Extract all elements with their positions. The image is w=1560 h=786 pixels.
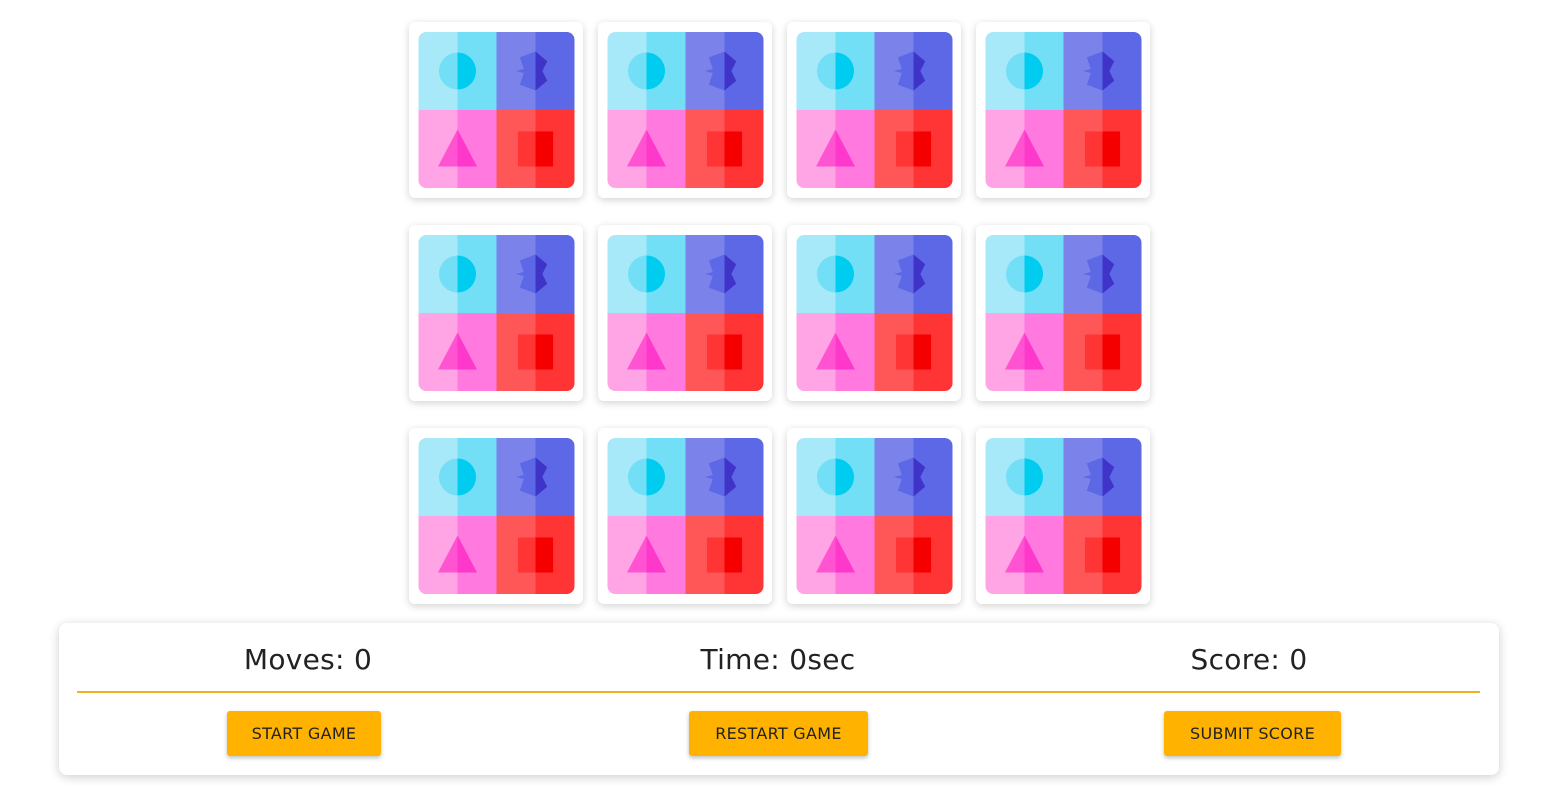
memory-card[interactable] xyxy=(976,22,1150,198)
memory-card[interactable] xyxy=(787,22,961,198)
memory-card[interactable] xyxy=(598,428,772,604)
four-shapes-card-back-icon xyxy=(418,438,574,594)
memory-card[interactable] xyxy=(976,225,1150,401)
four-shapes-card-back-icon xyxy=(418,235,574,391)
four-shapes-card-back-icon xyxy=(796,235,952,391)
memory-card[interactable] xyxy=(598,22,772,198)
score-panel: Moves: 0 Time: 0sec Score: 0 START GAME … xyxy=(59,623,1499,775)
memory-card[interactable] xyxy=(409,22,583,198)
four-shapes-card-back-icon xyxy=(607,32,763,188)
four-shapes-card-back-icon xyxy=(418,32,574,188)
four-shapes-card-back-icon xyxy=(796,438,952,594)
four-shapes-card-back-icon xyxy=(985,235,1141,391)
card-grid xyxy=(409,22,1150,604)
start-game-button[interactable]: START GAME xyxy=(227,711,381,756)
moves-counter: Moves: 0 xyxy=(243,643,373,676)
memory-card[interactable] xyxy=(787,428,961,604)
four-shapes-card-back-icon xyxy=(607,235,763,391)
memory-card[interactable] xyxy=(598,225,772,401)
memory-card[interactable] xyxy=(787,225,961,401)
stats-bar: Moves: 0 Time: 0sec Score: 0 xyxy=(77,623,1480,693)
time-counter: Time: 0sec xyxy=(700,643,856,676)
memory-card[interactable] xyxy=(409,428,583,604)
memory-card[interactable] xyxy=(409,225,583,401)
memory-card[interactable] xyxy=(976,428,1150,604)
four-shapes-card-back-icon xyxy=(607,438,763,594)
restart-game-button[interactable]: RESTART GAME xyxy=(689,711,868,756)
four-shapes-card-back-icon xyxy=(796,32,952,188)
submit-score-button[interactable]: SUBMIT SCORE xyxy=(1164,711,1341,756)
score-counter: Score: 0 xyxy=(1190,643,1308,676)
four-shapes-card-back-icon xyxy=(985,32,1141,188)
four-shapes-card-back-icon xyxy=(985,438,1141,594)
